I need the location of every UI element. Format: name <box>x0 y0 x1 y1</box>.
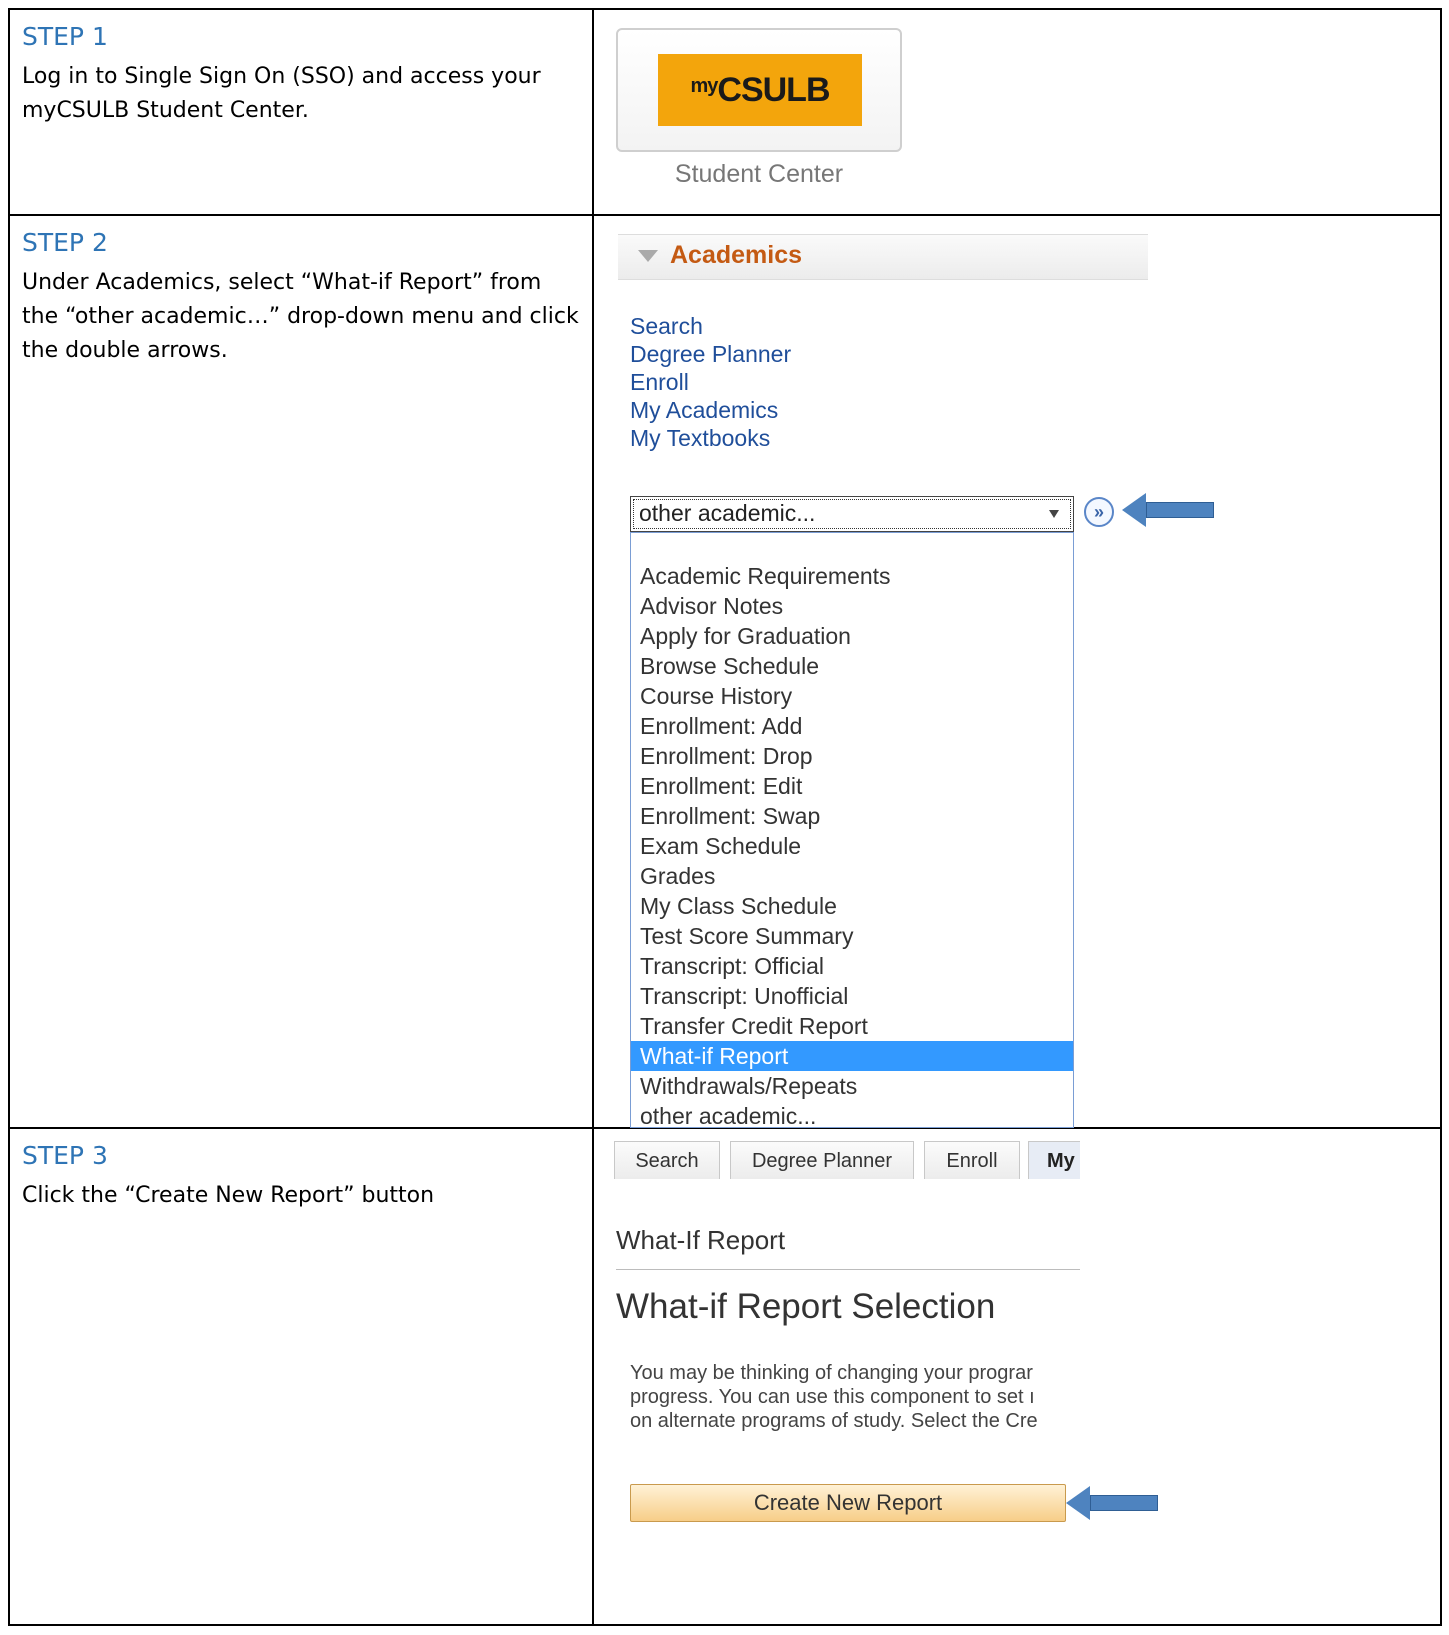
dropdown-option[interactable]: other academic... <box>631 1101 1073 1131</box>
dropdown-options-list[interactable]: Academic Requirements Advisor Notes Appl… <box>630 532 1074 1131</box>
description-line: You may be thinking of changing your pro… <box>630 1362 1033 1384</box>
step-instructions: Under Academics, select “What-if Report”… <box>22 270 579 363</box>
pointer-arrow-icon <box>1122 493 1214 527</box>
dropdown-option[interactable]: Test Score Summary <box>631 921 1073 951</box>
dropdown-option[interactable]: Transcript: Unofficial <box>631 981 1073 1011</box>
dropdown-option[interactable]: Academic Requirements <box>631 561 1073 591</box>
description-line: progress. You can use this component to … <box>630 1386 1035 1408</box>
description-line: on alternate programs of study. Select t… <box>630 1410 1038 1432</box>
mycsulb-logo: my CSULB <box>658 54 862 126</box>
step-screenshot: Search Degree Planner Enroll My A What-I… <box>594 1129 1440 1624</box>
academics-section-header[interactable]: Academics <box>618 234 1148 280</box>
header-divider <box>616 1269 1080 1270</box>
tab-degree-planner[interactable]: Degree Planner <box>730 1141 914 1179</box>
instruction-table: STEP 1 Log in to Single Sign On (SSO) an… <box>8 8 1442 1626</box>
tile-caption[interactable]: Student Center <box>616 160 902 189</box>
dropdown-option[interactable]: Grades <box>631 861 1073 891</box>
dropdown-option[interactable]: Apply for Graduation <box>631 621 1073 651</box>
dropdown-option[interactable]: Enrollment: Swap <box>631 801 1073 831</box>
dropdown-option[interactable]: Enrollment: Edit <box>631 771 1073 801</box>
dropdown-option[interactable]: Transfer Credit Report <box>631 1011 1073 1041</box>
page-header: What-If Report <box>616 1225 786 1255</box>
step-title: STEP 3 <box>22 1141 108 1170</box>
page-title: What-if Report Selection <box>616 1287 996 1326</box>
dropdown-option-selected[interactable]: What-if Report <box>631 1041 1073 1071</box>
step-title: STEP 1 <box>22 22 108 51</box>
academics-links: Search Degree Planner Enroll My Academic… <box>630 312 791 452</box>
dropdown-option[interactable]: Browse Schedule <box>631 651 1073 681</box>
dropdown-option[interactable]: Course History <box>631 681 1073 711</box>
dropdown-option[interactable]: My Class Schedule <box>631 891 1073 921</box>
step-screenshot: Academics Search Degree Planner Enroll M… <box>594 216 1440 1131</box>
academics-link[interactable]: My Textbooks <box>630 424 791 452</box>
collapse-triangle-icon[interactable] <box>638 250 658 262</box>
other-academic-select[interactable]: other academic... <box>630 496 1074 532</box>
dropdown-option[interactable]: Advisor Notes <box>631 591 1073 621</box>
dropdown-arrow-icon <box>1049 510 1059 518</box>
dropdown-option[interactable]: Enrollment: Add <box>631 711 1073 741</box>
step-screenshot: my CSULB Student Center <box>594 10 1440 214</box>
tab-my-academics[interactable]: My A <box>1028 1141 1080 1179</box>
student-center-tile[interactable]: my CSULB <box>616 28 902 152</box>
step-title: STEP 2 <box>22 228 108 257</box>
step-instructions: Click the “Create New Report” button <box>22 1183 435 1208</box>
select-value: other academic... <box>639 500 816 526</box>
dropdown-option[interactable]: Enrollment: Drop <box>631 741 1073 771</box>
step-instructions: Log in to Single Sign On (SSO) and acces… <box>22 64 541 123</box>
step-row-2: STEP 2 Under Academics, select “What-if … <box>10 216 1440 1129</box>
dropdown-option[interactable]: Exam Schedule <box>631 831 1073 861</box>
go-double-arrow-button[interactable]: » <box>1084 497 1114 527</box>
dropdown-option[interactable]: Withdrawals/Repeats <box>631 1071 1073 1101</box>
step-row-1: STEP 1 Log in to Single Sign On (SSO) an… <box>10 10 1440 216</box>
academics-link[interactable]: Enroll <box>630 368 791 396</box>
section-title: Academics <box>670 241 803 269</box>
tab-enroll[interactable]: Enroll <box>924 1141 1020 1179</box>
create-new-report-button[interactable]: Create New Report <box>630 1484 1066 1522</box>
pointer-arrow-icon <box>1066 1486 1158 1520</box>
step-row-3: STEP 3 Click the “Create New Report” but… <box>10 1129 1440 1624</box>
academics-link[interactable]: Search <box>630 312 791 340</box>
academics-link[interactable]: My Academics <box>630 396 791 424</box>
page-description: You may be thinking of changing your pro… <box>630 1361 1080 1433</box>
dropdown-option[interactable]: Transcript: Official <box>631 951 1073 981</box>
academics-link[interactable]: Degree Planner <box>630 340 791 368</box>
tab-search[interactable]: Search <box>614 1141 720 1179</box>
tab-bar: Search Degree Planner Enroll My A <box>614 1141 1080 1179</box>
